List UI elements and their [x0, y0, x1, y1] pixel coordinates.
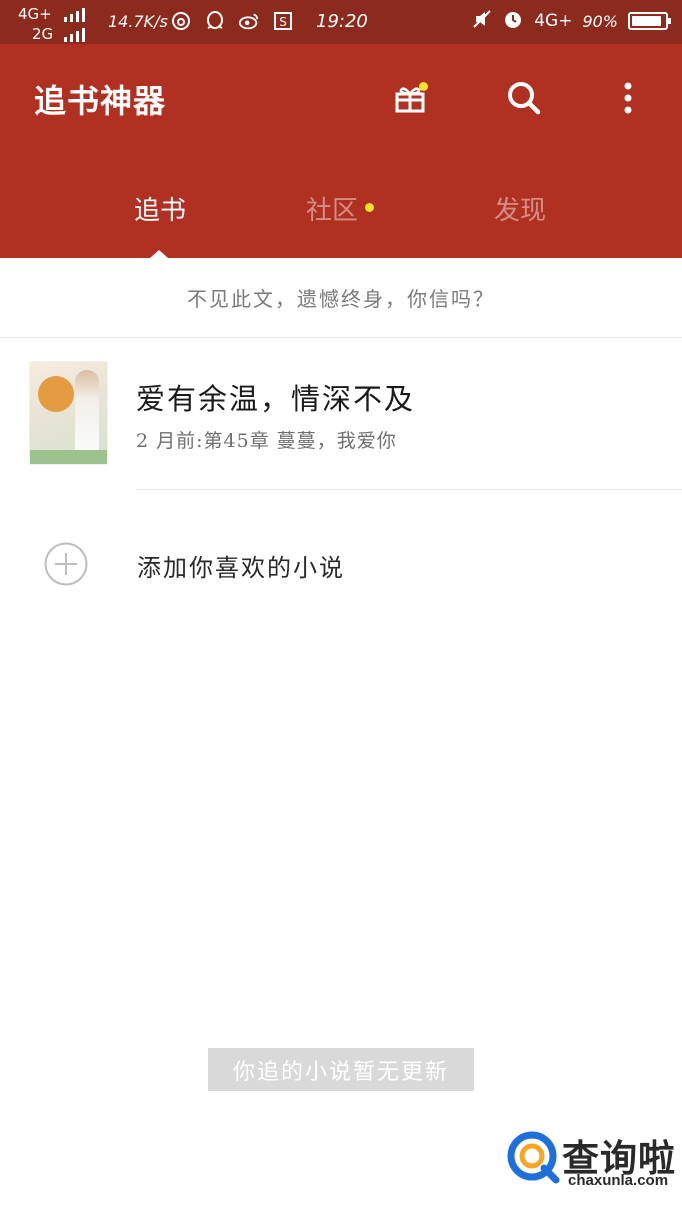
alarm-icon [502, 8, 524, 34]
search-button[interactable] [504, 78, 544, 118]
tab-community-label: 社区 [306, 196, 359, 226]
add-novel-label: 添加你喜欢的小说 [137, 554, 345, 582]
toast-message: 你追的小说暂无更新 [208, 1048, 474, 1091]
network-indicator: 4G+ 2G [18, 4, 100, 44]
book-cover [30, 362, 107, 464]
app-title: 追书神器 [34, 82, 167, 120]
add-icon [44, 542, 88, 586]
battery-icon [628, 12, 671, 30]
active-tab-indicator [150, 250, 168, 258]
network-label-right: 4G+ [534, 11, 573, 31]
notification-icons: S [170, 10, 294, 32]
tab-follow[interactable]: 追书 [134, 190, 186, 227]
network-label-bottom: 2G [32, 25, 54, 43]
promo-text: 不见此文，遗憾终身，你信吗？ [187, 287, 495, 311]
community-badge [365, 203, 375, 212]
signal-icon [64, 8, 85, 22]
svg-text:S: S [279, 15, 287, 29]
clock: 19:20 [316, 11, 368, 32]
search-icon [508, 82, 541, 115]
network-label-top: 4G+ [18, 5, 52, 23]
book-title: 爱有余温，情深不及 [136, 382, 416, 416]
signal-icon [64, 28, 85, 42]
more-button[interactable] [608, 78, 648, 118]
add-novel-button[interactable]: 添加你喜欢的小说 [0, 520, 682, 610]
promo-banner[interactable]: 不见此文，遗憾终身，你信吗？ [0, 258, 682, 338]
weibo-icon [238, 10, 260, 32]
system-icons: 4G+ 90% [472, 8, 671, 34]
gift-button[interactable] [390, 78, 430, 118]
s-app-icon: S [272, 10, 294, 32]
tab-community[interactable]: 社区 [306, 190, 375, 227]
book-latest-chapter: 2 月前:第45章 蔓蔓，我爱你 [136, 430, 397, 452]
qq-icon [204, 10, 226, 32]
network-speed: 14.7K/s [108, 12, 168, 31]
watermark-url: chaxunla.com [568, 1172, 669, 1189]
mute-icon [472, 9, 492, 33]
tab-discover[interactable]: 发现 [494, 190, 546, 227]
app-header: 追书神器 追书 社区 发现 [0, 44, 682, 258]
more-icon [624, 82, 632, 114]
battery-percent: 90% [582, 11, 618, 31]
watermark: 查询啦 chaxunla.com [506, 1128, 676, 1192]
battery-fill [632, 16, 661, 26]
gift-badge [419, 82, 428, 91]
tab-bar: 追书 社区 发现 [0, 180, 682, 258]
book-list-item[interactable]: 爱有余温，情深不及 2 月前:第45章 蔓蔓，我爱你 [0, 338, 682, 490]
status-bar: 4G+ 2G 14.7K/s S 19:20 4G+ 90% [0, 0, 682, 44]
watermark-logo-icon [507, 1131, 560, 1184]
netease-music-icon [170, 10, 192, 32]
divider [136, 489, 682, 490]
toast-text: 你追的小说暂无更新 [232, 1059, 449, 1085]
